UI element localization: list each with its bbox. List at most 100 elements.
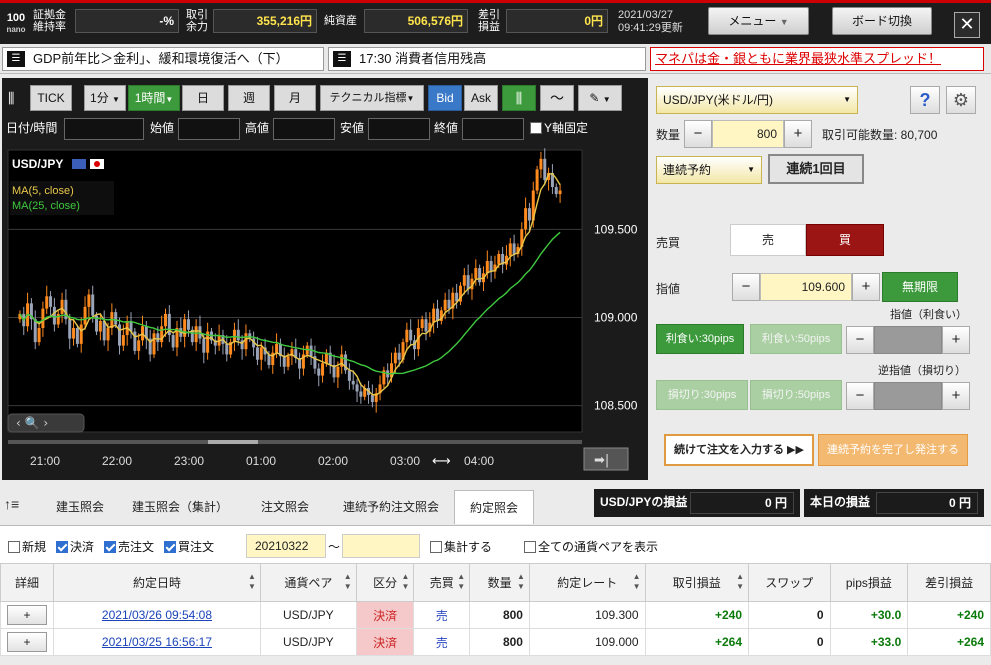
checkbox[interactable] bbox=[56, 541, 68, 553]
yaxis-fix-check[interactable] bbox=[530, 122, 542, 134]
tick-button[interactable]: TICK bbox=[30, 85, 72, 111]
technical-indicator-select[interactable]: テクニカル指標▼ bbox=[320, 85, 424, 111]
limit-price-input[interactable]: 109.600 bbox=[760, 273, 852, 301]
draw-tool-icon[interactable]: ✎ ▼ bbox=[578, 85, 622, 111]
quantity-plus-button[interactable]: + bbox=[784, 120, 812, 148]
tab-sequence-orders[interactable]: 連続予約注文照会 bbox=[332, 490, 450, 524]
candlestick-icon[interactable]: ⫼ bbox=[502, 85, 536, 111]
col-side[interactable]: 売買 ▲ ▼ bbox=[413, 563, 471, 602]
buy-button[interactable]: 買 bbox=[806, 224, 884, 256]
high-field bbox=[273, 118, 335, 140]
takeprofit-50-button[interactable]: 利食い:50pips bbox=[750, 324, 842, 354]
candle bbox=[37, 328, 41, 343]
detail-button[interactable]: + bbox=[7, 605, 47, 625]
bid-button[interactable]: Bid bbox=[428, 85, 462, 111]
tab-orders[interactable]: 注文照会 bbox=[242, 490, 328, 524]
trade-pl-cell: +240 bbox=[644, 601, 749, 629]
order-type-select[interactable]: 連続予約 ▼ bbox=[656, 156, 762, 184]
expiry-button[interactable]: 無期限 bbox=[882, 272, 958, 302]
menu-button[interactable]: メニュー ▼ bbox=[708, 7, 809, 35]
col-pair[interactable]: 通貨ペア ▲ ▼ bbox=[259, 563, 357, 602]
candle bbox=[347, 370, 351, 381]
takeprofit-plus-button[interactable]: + bbox=[942, 326, 970, 354]
candle bbox=[351, 380, 355, 385]
stoploss-50-button[interactable]: 損切り:50pips bbox=[750, 380, 842, 410]
checkbox[interactable] bbox=[430, 541, 442, 553]
sort-icon[interactable]: ▲ ▼ bbox=[402, 572, 410, 592]
filter-aggregate[interactable]: 集計する bbox=[430, 538, 492, 555]
checkbox[interactable] bbox=[164, 541, 176, 553]
news-item-1[interactable]: ☰ GDP前年比＞金利」、緩和環境復活へ（下） bbox=[2, 47, 324, 71]
yaxis-fix-checkbox[interactable]: Y軸固定 bbox=[530, 118, 588, 138]
candle bbox=[102, 320, 106, 341]
detail-button[interactable]: + bbox=[7, 632, 47, 652]
list-icon: ☰ bbox=[7, 51, 25, 67]
news-item-2[interactable]: ☰ 17:30 消費者信用残高 bbox=[328, 47, 646, 71]
gear-icon[interactable]: ⚙ bbox=[946, 86, 976, 114]
filter-new[interactable]: 新規 bbox=[8, 538, 46, 555]
sort-icon[interactable]: ▲ ▼ bbox=[248, 572, 256, 592]
sell-button[interactable]: 売 bbox=[730, 224, 806, 256]
tab-positions-summary[interactable]: 建玉照会（集計） bbox=[122, 490, 238, 524]
takeprofit-minus-button[interactable]: − bbox=[846, 326, 874, 354]
quantity-minus-button[interactable]: − bbox=[684, 120, 712, 148]
col-rate[interactable]: 約定レート ▲ ▼ bbox=[528, 563, 646, 602]
board-switch-button[interactable]: ボード切換 bbox=[832, 7, 932, 35]
interval-1min-select[interactable]: 1分 ▼ bbox=[84, 85, 126, 111]
ask-button[interactable]: Ask bbox=[464, 85, 498, 111]
date-to-input[interactable] bbox=[342, 534, 420, 558]
app-logo: 100 nano bbox=[6, 12, 26, 34]
candle bbox=[317, 368, 321, 376]
candle bbox=[137, 340, 141, 351]
interval-month-button[interactable]: 月 bbox=[274, 85, 316, 111]
execution-link[interactable]: 2021/03/26 09:54:08 bbox=[102, 608, 212, 622]
candle bbox=[60, 299, 64, 314]
stoploss-plus-button[interactable]: + bbox=[942, 382, 970, 410]
tab-executions[interactable]: 約定照会 bbox=[454, 490, 534, 524]
filter-settle[interactable]: 決済 bbox=[56, 538, 94, 555]
complete-order-button[interactable]: 連続予約を完了し発注する bbox=[818, 434, 968, 466]
promo-banner[interactable]: マネパは金・銀ともに業界最狭水準スプレッド！ bbox=[650, 47, 984, 71]
takeprofit-30-button[interactable]: 利食い:30pips bbox=[656, 324, 744, 354]
line-chart-icon[interactable]: 〜 bbox=[540, 85, 574, 111]
stoploss-30-button[interactable]: 損切り:30pips bbox=[656, 380, 748, 410]
candle bbox=[45, 296, 49, 309]
col-trade-pl[interactable]: 取引損益 ▲ ▼ bbox=[644, 563, 749, 602]
currency-pair-select[interactable]: USD/JPY(米ドル/円) ▼ bbox=[656, 86, 858, 114]
sort-icon[interactable]: ▲ ▼ bbox=[633, 572, 641, 592]
limit-minus-button[interactable]: − bbox=[732, 273, 760, 301]
filter-sell[interactable]: 売注文 bbox=[104, 538, 154, 555]
quantity-label: 数量 bbox=[656, 128, 681, 142]
pl-value: 0円 bbox=[506, 9, 608, 33]
stoploss-minus-button[interactable]: − bbox=[846, 382, 874, 410]
col-kind[interactable]: 区分 ▲ ▼ bbox=[355, 563, 415, 602]
interval-1hour-select[interactable]: 1時間▼ bbox=[128, 85, 180, 111]
sort-icon[interactable]: ▲ ▼ bbox=[344, 572, 352, 592]
tab-positions[interactable]: 建玉照会 bbox=[42, 490, 118, 524]
collapse-icon[interactable]: ↑≡ bbox=[4, 496, 19, 512]
sort-icon[interactable]: ▲ ▼ bbox=[457, 572, 465, 592]
checkbox[interactable] bbox=[104, 541, 116, 553]
interval-day-button[interactable]: 日 bbox=[182, 85, 224, 111]
filter-all-pairs[interactable]: 全ての通貨ペアを表示 bbox=[524, 538, 658, 555]
col-qty[interactable]: 数量 ▲ ▼ bbox=[469, 563, 530, 602]
date-from-input[interactable]: 20210322 bbox=[246, 534, 326, 558]
limit-plus-button[interactable]: + bbox=[852, 273, 880, 301]
close-icon[interactable]: ✕ bbox=[954, 12, 980, 38]
checkbox[interactable] bbox=[524, 541, 536, 553]
filter-buy[interactable]: 買注文 bbox=[164, 538, 214, 555]
checkbox[interactable] bbox=[8, 541, 20, 553]
chart-type-icon[interactable]: ⫼ bbox=[8, 90, 14, 107]
help-icon[interactable]: ? bbox=[910, 86, 940, 114]
margin-ratio-label: 証拠金 維持率 bbox=[33, 9, 66, 33]
continue-order-button[interactable]: 続けて注文を入力する ▶▶ bbox=[664, 434, 814, 466]
price-chart[interactable]: 109.500 109.000 108.500 USD/JPY MA(5, close)… bbox=[2, 144, 648, 480]
interval-week-button[interactable]: 週 bbox=[228, 85, 270, 111]
col-datetime[interactable]: 約定日時 ▲ ▼ bbox=[53, 563, 261, 602]
sort-icon[interactable]: ▲ ▼ bbox=[736, 572, 744, 592]
execution-link[interactable]: 2021/03/25 16:56:17 bbox=[102, 635, 212, 649]
quantity-input[interactable]: 800 bbox=[712, 120, 784, 148]
swap-cell: 0 bbox=[748, 601, 831, 629]
close-label: 終値 bbox=[434, 121, 459, 135]
sort-icon[interactable]: ▲ ▼ bbox=[517, 572, 525, 592]
